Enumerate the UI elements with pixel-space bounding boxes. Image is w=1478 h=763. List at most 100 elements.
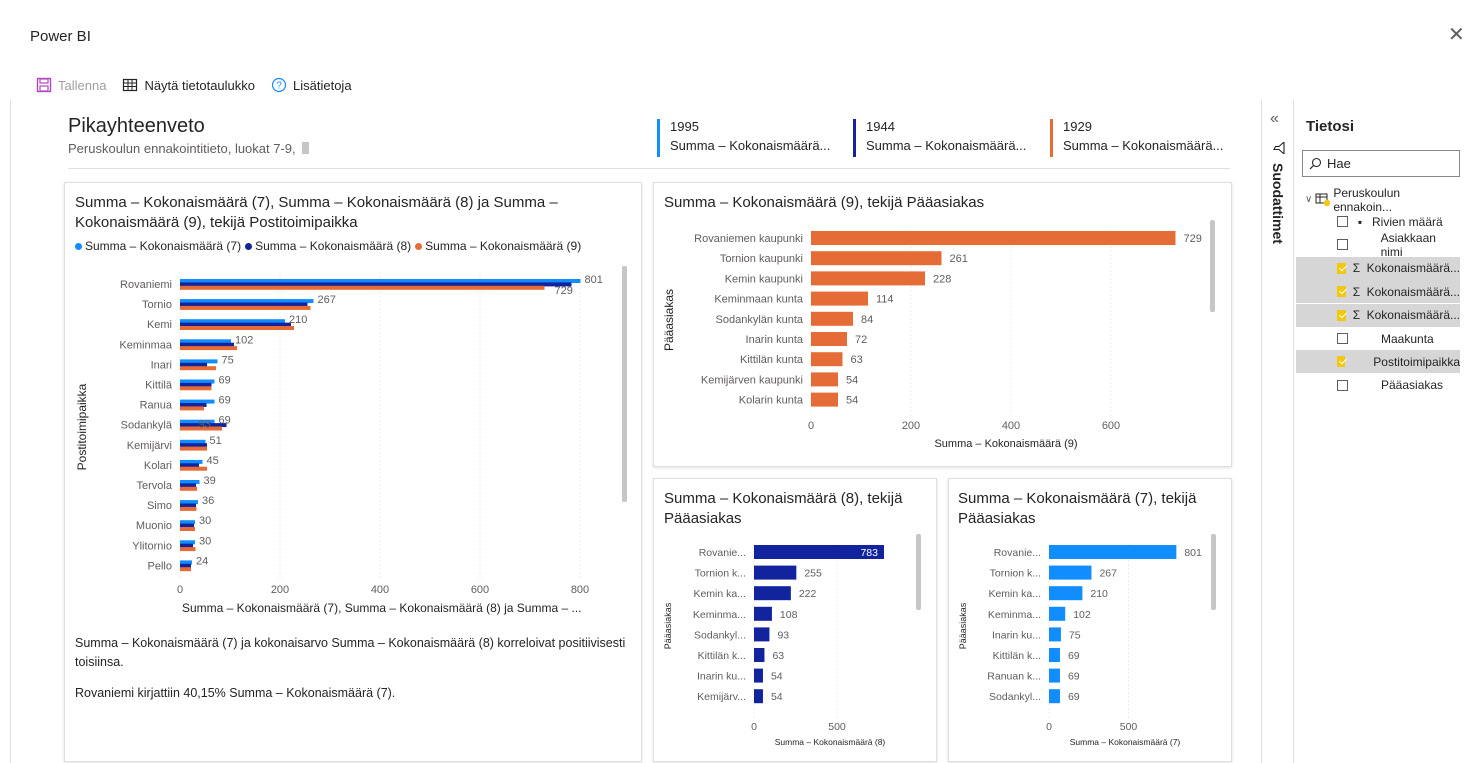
insight-line-2: toisiinsa.	[75, 655, 124, 669]
subtitle-marker	[301, 142, 309, 154]
data-label: 222	[799, 588, 817, 600]
field-item[interactable]: Σ Kokonaismäärä...	[1296, 280, 1460, 304]
checkbox[interactable]	[1337, 239, 1348, 251]
checkbox-checked[interactable]	[1337, 309, 1347, 321]
collapse-pane-icon[interactable]: «	[1270, 110, 1279, 128]
chart8-title-line1: Summa – Kokonaismäärä (8), tekijä	[664, 490, 903, 507]
y-tick-label: Kemin kaupunki	[725, 273, 803, 285]
legend-item-7[interactable]: Summa – Kokonaismäärä (7)	[75, 239, 241, 253]
kpi-value: 1944	[866, 119, 895, 134]
data-label: 36	[202, 495, 214, 507]
insight-line-3: Rovaniemi kirjattiin 40,15% Summa – Koko…	[75, 686, 396, 700]
bar	[180, 305, 311, 310]
field-item[interactable]: Maakunta	[1296, 327, 1460, 350]
more-info-button[interactable]: ? Lisätietoja	[271, 77, 352, 93]
legend-item-8[interactable]: Summa – Kokonaismäärä (8)	[245, 239, 411, 253]
toolbar: Tallenna Näytä tietotaulukko ? Lisätieto…	[36, 74, 368, 96]
y-tick-label: Tervola	[137, 480, 173, 492]
field-item[interactable]: Pääasiakas	[1296, 374, 1460, 397]
data-label: 54	[771, 671, 783, 683]
legend-label: Summa – Kokonaismäärä (8)	[255, 239, 412, 253]
data-label: 30	[199, 515, 211, 527]
legend-label: Summa – Kokonaismäärä (9)	[425, 239, 582, 253]
field-item[interactable]: ▪ Rivien määrä	[1296, 210, 1460, 233]
y-tick-label: Kittilän k...	[993, 650, 1041, 662]
data-label: 54	[846, 374, 858, 386]
pane-divider-2	[1293, 100, 1294, 763]
x-tick-label: 400	[1002, 420, 1020, 432]
y-axis-title: Pääasiakas	[958, 602, 968, 649]
checkbox-checked[interactable]	[1337, 356, 1346, 368]
main-chart-title-line1: Summa – Kokonaismäärä (7), Summa – Kokon…	[75, 194, 558, 211]
kpi-value: 1929	[1063, 119, 1092, 134]
x-tick-label: 500	[1120, 721, 1138, 733]
x-axis-title: Summa – Kokonaismäärä (8)	[775, 737, 886, 747]
bar	[1049, 586, 1083, 601]
y-tick-label: Rovanie...	[699, 547, 746, 559]
bar	[180, 279, 581, 283]
sigma-icon: Σ	[1352, 284, 1361, 299]
fields-search[interactable]: Hae	[1302, 150, 1460, 177]
chart9-svg: Pääasiakas Rovaniemen kaupunki 729 Tornion …	[662, 220, 1215, 450]
y-tick-label: Kittilän kunta	[740, 354, 804, 366]
main-chart-title: Summa – Kokonaismäärä (7), Summa – Kokon…	[75, 193, 635, 233]
field-item[interactable]: Postitoimipaikka	[1296, 350, 1460, 374]
legend-item-9[interactable]: Summa – Kokonaismäärä (9)	[415, 239, 581, 253]
field-item[interactable]: Σ Kokonaismäärä...	[1296, 256, 1460, 280]
field-label: Pääasiakas	[1381, 378, 1444, 393]
calculator-icon: ▪	[1357, 214, 1363, 229]
data-label: 102	[1073, 609, 1091, 621]
checkbox-checked[interactable]	[1337, 286, 1347, 298]
filters-tab[interactable]: Suodattimet	[1268, 140, 1290, 262]
checkbox[interactable]	[1337, 333, 1348, 344]
x-tick-label: 0	[1046, 721, 1052, 733]
checkbox[interactable]	[1337, 379, 1348, 391]
data-label: 63	[772, 650, 784, 662]
data-label: 69	[219, 415, 231, 427]
y-tick-label: Inarin kunta	[746, 334, 804, 346]
data-label: 261	[950, 253, 968, 265]
show-table-button[interactable]: Näytä tietotaulukko	[122, 77, 255, 93]
data-label: 93	[199, 419, 211, 431]
save-button[interactable]: Tallenna	[36, 77, 106, 93]
bar	[1049, 689, 1060, 704]
bar	[180, 506, 197, 511]
app-title: Power BI	[30, 28, 91, 45]
bar	[754, 668, 763, 683]
bar	[180, 466, 207, 471]
main-chart-title-line2: Kokonaismäärä (9), tekijä Postitoimipaik…	[75, 214, 358, 231]
checkbox[interactable]	[1337, 216, 1348, 227]
y-tick-label: Kemijärven kaupunki	[701, 374, 803, 386]
y-tick-label: Inarin ku...	[697, 671, 746, 683]
bar	[754, 689, 763, 704]
y-tick-label: Pello	[148, 560, 172, 572]
close-icon[interactable]: ✕	[1448, 22, 1465, 47]
bar	[180, 359, 218, 364]
field-item[interactable]: Σ Kokonaismäärä...	[1296, 303, 1460, 327]
bar	[180, 439, 206, 444]
bar	[1049, 545, 1177, 559]
field-item[interactable]: Asiakkaan nimi	[1296, 231, 1460, 259]
data-label: 45	[207, 455, 219, 467]
chart7-svg: Pääasiakas Rovanie... 801 Tornion k... 267 Ke…	[958, 534, 1216, 747]
bar	[180, 346, 237, 351]
table-node[interactable]: ∨ Peruskoulun ennakoin...	[1296, 186, 1460, 214]
data-label: 69	[219, 375, 231, 387]
data-label: 84	[861, 314, 873, 326]
chart8-svg: Pääasiakas Rovanie... 783 Tornion k... 255 Ke…	[663, 534, 921, 747]
kpi-value: 1995	[670, 119, 699, 134]
search-icon	[1309, 157, 1322, 170]
table-icon	[122, 77, 138, 93]
bar	[754, 565, 797, 580]
bar	[754, 627, 770, 642]
show-table-label: Näytä tietotaulukko	[144, 77, 256, 93]
insight-line-1: Summa – Kokonaismäärä (7) ja kokonaisarv…	[75, 636, 626, 650]
bar	[180, 285, 545, 290]
y-tick-label: Inari	[151, 359, 172, 371]
checkbox-checked[interactable]	[1337, 262, 1347, 274]
x-tick-label: 600	[471, 584, 489, 596]
chart9-title: Summa – Kokonaismäärä (9), tekijä Pääasi…	[664, 194, 985, 211]
data-label: 267	[318, 294, 336, 306]
y-tick-label: Kemi	[147, 319, 172, 331]
data-label: 69	[219, 395, 231, 407]
